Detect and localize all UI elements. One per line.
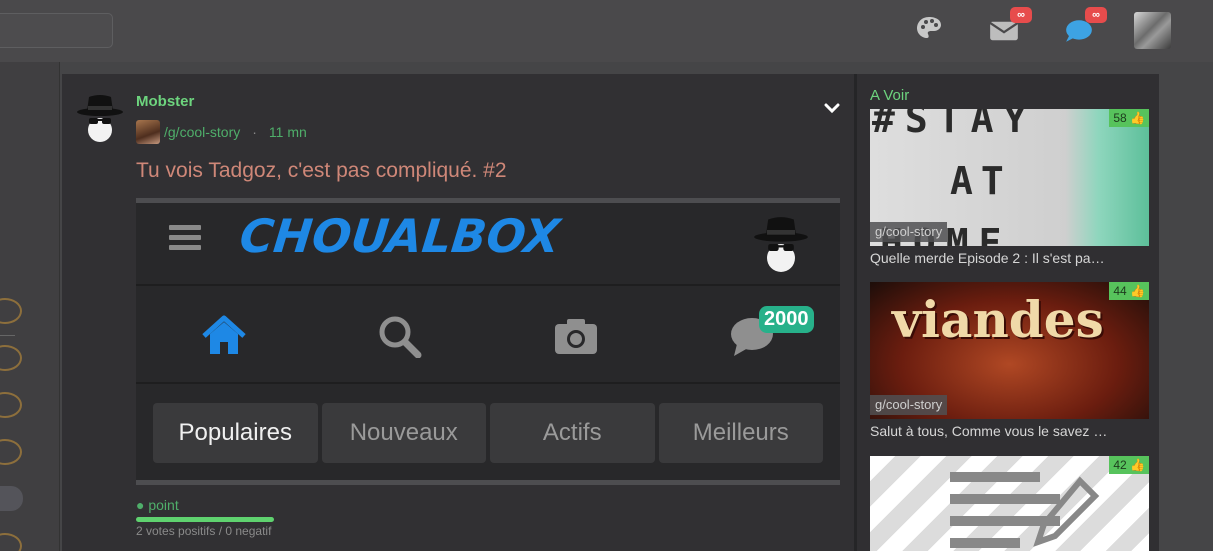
nav-pill[interactable] — [0, 486, 23, 511]
home-icon — [202, 315, 246, 354]
nav-circle-icon[interactable] — [0, 439, 22, 465]
camera-icon — [555, 319, 597, 354]
user-avatar[interactable] — [1134, 12, 1171, 49]
card-title[interactable]: Quelle merde Episode 2 : Il s'est pa… — [870, 250, 1149, 266]
votes-summary: 2 votes positifs / 0 negatif — [136, 524, 272, 538]
divider — [0, 335, 15, 336]
chat-badge: ∞ — [1085, 7, 1107, 23]
nav-circle-icon[interactable] — [0, 345, 22, 371]
score-badge: 58 👍 — [1109, 109, 1149, 127]
panel-title: A Voir — [870, 87, 910, 104]
thumb-text: #STAY — [872, 109, 1037, 141]
embed-nav: 2000 — [136, 288, 840, 384]
card-thumbnail[interactable]: viandes 44 👍 g/cool-story — [870, 282, 1149, 419]
meta-separator: · — [252, 124, 257, 140]
recommendation-card[interactable]: #STAY AT HOME 58 👍 g/cool-story Quelle m… — [870, 109, 1149, 266]
thumbs-up-icon: 👍 — [1130, 284, 1145, 298]
group-avatar[interactable] — [136, 120, 160, 144]
post-title[interactable]: Tu vois Tadgoz, c'est pas compliqué. #2 — [136, 159, 507, 183]
nav-circle-icon[interactable] — [0, 533, 22, 551]
tab-actifs: Actifs — [490, 403, 655, 463]
left-sidebar — [0, 62, 60, 551]
hamburger-menu-icon — [169, 225, 201, 251]
post-time: 11 mn — [268, 124, 307, 140]
recommendation-card[interactable]: 42 👍 — [870, 456, 1149, 551]
choualbox-logo: CHOUALBOX — [237, 209, 563, 263]
post-image[interactable]: CHOUALBOX 2000 Populaires Nouveaux Actif… — [136, 198, 840, 485]
search-input[interactable] — [0, 13, 113, 48]
group-link[interactable]: /g/cool-story — [164, 124, 240, 140]
card-thumbnail[interactable]: #STAY AT HOME 58 👍 g/cool-story — [870, 109, 1149, 246]
score-badge: 44 👍 — [1109, 282, 1149, 300]
mail-badge: ∞ — [1010, 7, 1032, 23]
recommendations-panel: A Voir #STAY AT HOME 58 👍 g/cool-story Q… — [854, 74, 1159, 551]
card-group-label[interactable]: g/cool-story — [870, 222, 948, 242]
post-meta: /g/cool-story · 11 mn — [136, 120, 307, 144]
embed-header: CHOUALBOX — [136, 203, 840, 286]
mobster-avatar-icon[interactable] — [76, 92, 124, 144]
points-label: ● point — [136, 497, 179, 513]
palette-icon[interactable] — [914, 14, 944, 42]
pencil-icon — [1033, 476, 1100, 547]
card-thumbnail[interactable]: 42 👍 — [870, 456, 1149, 551]
recommendation-card[interactable]: viandes 44 👍 g/cool-story Salut à tous, … — [870, 282, 1149, 439]
tab-nouveaux: Nouveaux — [321, 403, 486, 463]
search-icon — [379, 316, 422, 358]
message-count-badge: 2000 — [759, 306, 814, 333]
thumbs-up-icon: 👍 — [1130, 111, 1145, 125]
post-author[interactable]: Mobster — [136, 93, 194, 110]
post-card: Mobster /g/cool-story · 11 mn Tu vois Ta… — [62, 74, 854, 551]
thumb-text: AT — [950, 159, 1012, 203]
thumbs-up-icon: 👍 — [1130, 458, 1145, 472]
tab-meilleurs: Meilleurs — [658, 403, 823, 463]
thumb-text: viandes — [892, 290, 1104, 349]
nav-circle-icon[interactable] — [0, 298, 22, 324]
tab-populaires: Populaires — [153, 403, 318, 463]
embed-tabs: Populaires Nouveaux Actifs Meilleurs — [153, 403, 823, 463]
card-title[interactable]: Salut à tous, Comme vous le savez … — [870, 423, 1149, 439]
mobster-avatar-icon — [754, 217, 808, 272]
score-badge: 42 👍 — [1109, 456, 1149, 474]
top-bar: ∞ ∞ — [0, 0, 1213, 62]
nav-circle-icon[interactable] — [0, 392, 22, 418]
chevron-down-icon[interactable] — [824, 102, 840, 114]
card-group-label[interactable]: g/cool-story — [870, 395, 948, 415]
vote-progress-bar — [136, 517, 274, 522]
